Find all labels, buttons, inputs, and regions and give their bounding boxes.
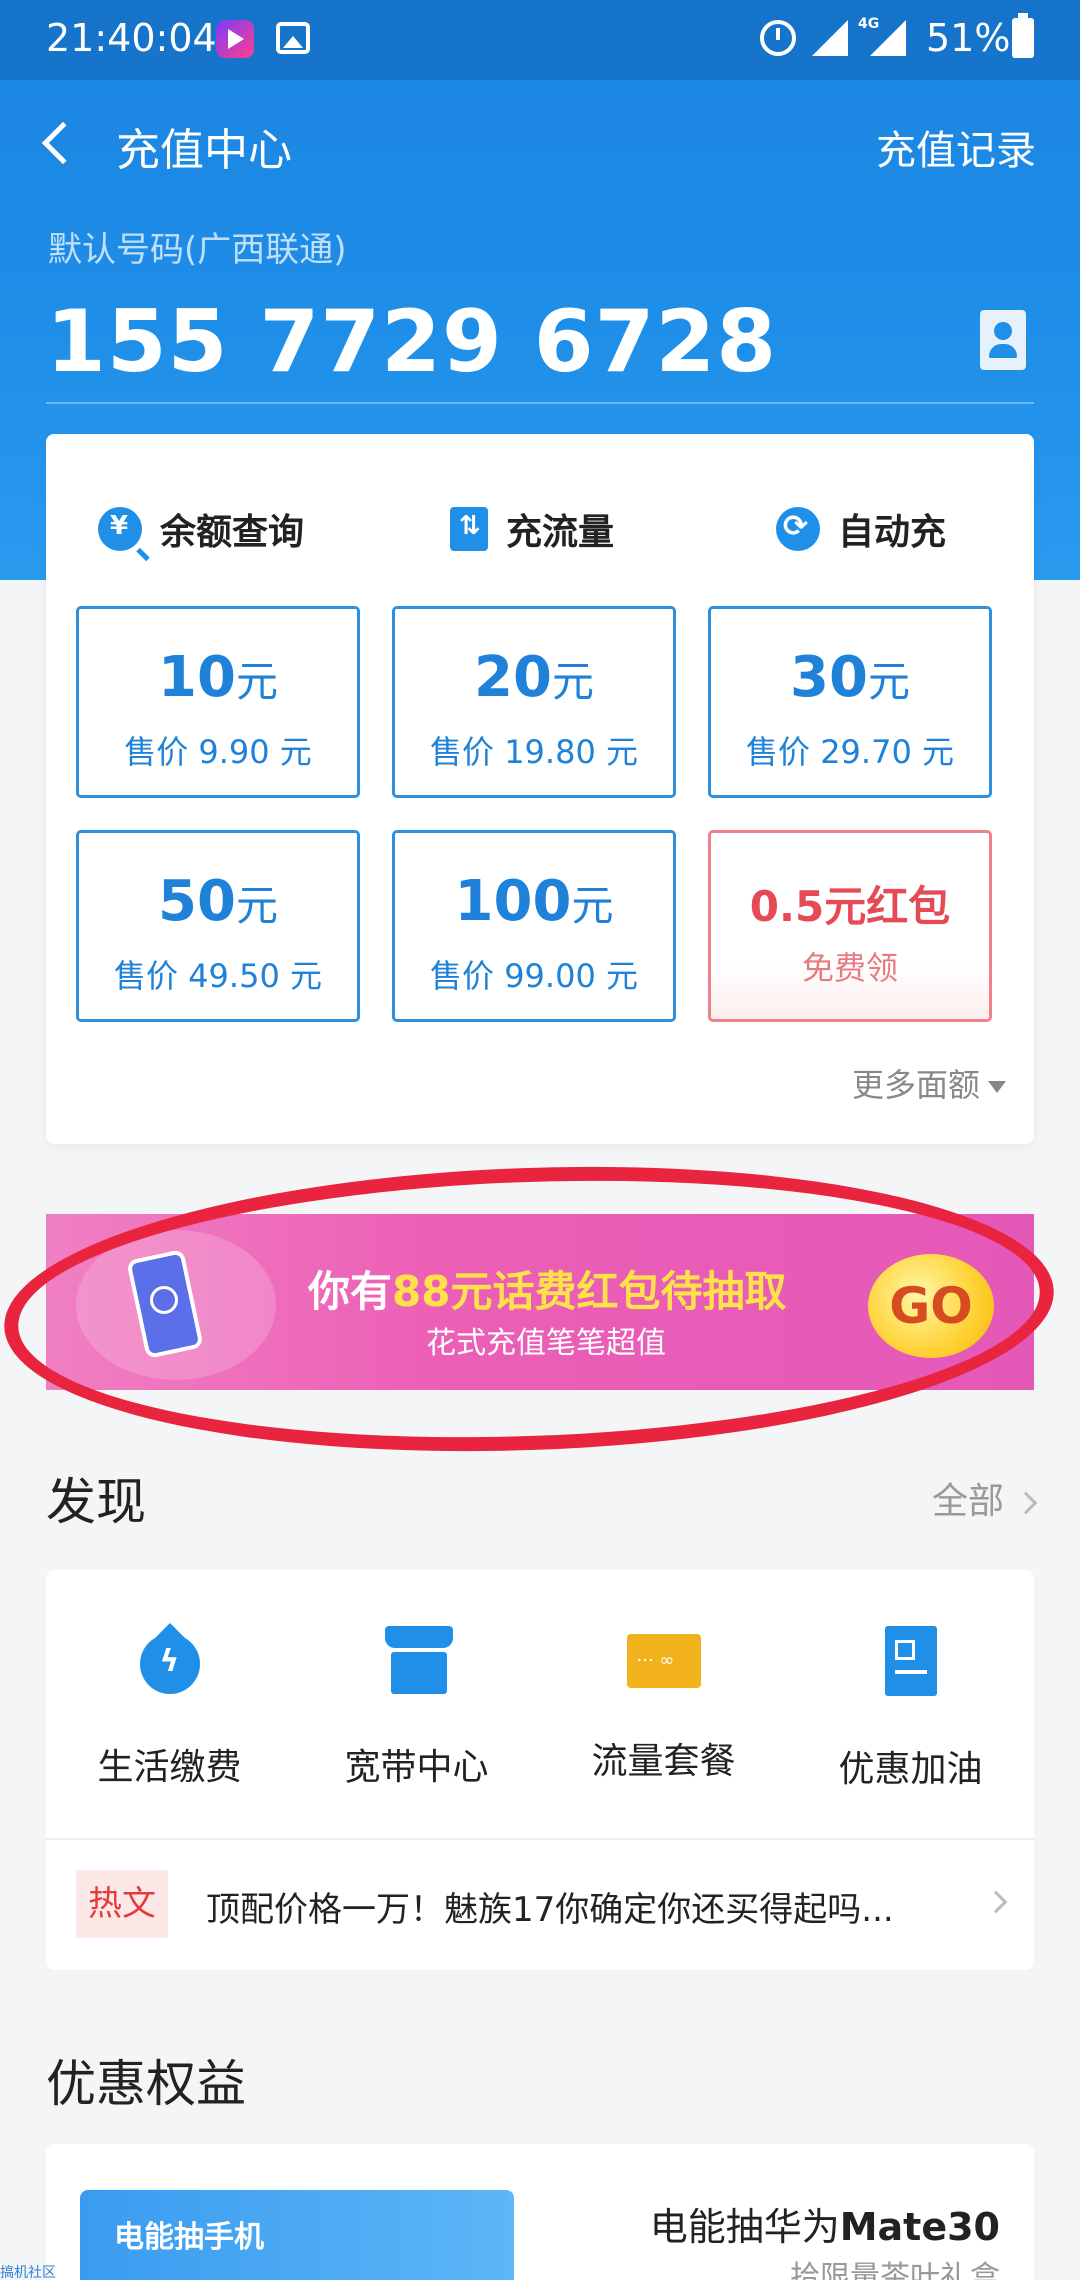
gallery-icon <box>276 22 310 54</box>
quick-actions: 余额查询 充流量 自动充 <box>46 494 1034 564</box>
benefit-title: 电能抽华为Mate30 <box>650 2196 1000 2251</box>
discover-all-label: 全部 <box>931 1481 1004 1522</box>
utility-payment-icon <box>139 1634 200 1694</box>
signal-icon <box>812 20 848 56</box>
recharge-record-link[interactable]: 充值记录 <box>876 118 1036 176</box>
discover-all-link[interactable]: 全部 <box>931 1472 1038 1524</box>
amount-value: 20元 <box>395 645 673 710</box>
data-recharge-label: 充流量 <box>506 512 615 553</box>
amount-option-100[interactable]: 100元 售价 99.00 元 <box>392 830 676 1022</box>
caret-down-icon <box>988 1081 1006 1093</box>
balance-query-button[interactable]: 余额查询 <box>98 494 304 564</box>
amount-number: 50 <box>158 869 236 934</box>
benefit-title-prefix: 电能抽华为 <box>649 2205 840 2249</box>
hot-article-link[interactable]: 顶配价格一万！魅族17你确定你还买得起吗... <box>206 1882 996 1931</box>
phone-underline <box>46 402 1034 404</box>
red-packet-sub: 免费领 <box>801 949 898 987</box>
amount-value: 100元 <box>395 869 673 934</box>
amount-option-50[interactable]: 50元 售价 49.50 元 <box>76 830 360 1022</box>
amount-number: 10 <box>158 645 236 710</box>
benefits-title: 优惠权益 <box>46 2055 246 2113</box>
benefit-image[interactable]: 电能抽手机 <box>80 2190 514 2280</box>
contacts-icon[interactable] <box>980 310 1026 370</box>
status-bar: 21:40:04 4G 51% <box>0 0 1080 80</box>
amount-number: 20 <box>474 645 552 710</box>
divider <box>46 1838 1034 1840</box>
red-packet-option[interactable]: 0.5元红包 免费领 <box>708 830 992 1022</box>
data-plan-icon <box>626 1634 701 1688</box>
amount-unit: 元 <box>235 657 278 706</box>
battery-percent: 51% <box>926 16 1011 60</box>
status-time: 21:40:04 <box>46 16 217 60</box>
signal-4g-icon <box>870 20 906 56</box>
service-label: 生活缴费 <box>97 1747 242 1788</box>
auto-recharge-icon <box>776 507 820 551</box>
amount-number: 30 <box>790 645 868 710</box>
service-utility-payment[interactable]: 生活缴费 <box>46 1626 293 1790</box>
amount-grid: 10元 售价 9.90 元 20元 售价 19.80 元 30元 售价 29.7… <box>76 606 1006 1026</box>
amount-value: 50元 <box>79 869 357 934</box>
alarm-icon <box>760 20 796 56</box>
service-data-plan[interactable]: 流量套餐 <box>540 1626 787 1784</box>
amount-price: 售价 29.70 元 <box>746 733 954 771</box>
phone-number-input[interactable]: 155 7729 6728 <box>46 292 777 392</box>
amount-price: 售价 49.50 元 <box>114 957 322 995</box>
hot-tag: 热文 <box>76 1870 168 1938</box>
discover-card: 生活缴费 宽带中心 流量套餐 优惠加油 热文 顶配价格一万！魅族17你确定你还买… <box>46 1570 1034 1970</box>
amount-option-20[interactable]: 20元 售价 19.80 元 <box>392 606 676 798</box>
benefit-title-bold: Mate30 <box>839 2205 1000 2249</box>
auto-recharge-button[interactable]: 自动充 <box>776 494 946 564</box>
amount-value: 10元 <box>79 645 357 710</box>
benefit-subtitle: 拾限量茶叶礼盒 <box>790 2260 1000 2280</box>
chevron-right-icon <box>1014 1491 1038 1515</box>
red-packet-number: 0.5 <box>749 882 825 931</box>
data-recharge-button[interactable]: 充流量 <box>450 494 614 564</box>
amount-option-10[interactable]: 10元 售价 9.90 元 <box>76 606 360 798</box>
amount-unit: 元 <box>551 657 594 706</box>
service-broadband[interactable]: 宽带中心 <box>293 1626 540 1790</box>
more-amounts-label: 更多面额 <box>851 1066 980 1104</box>
more-amounts-button[interactable]: 更多面额 <box>852 1060 1006 1106</box>
service-label: 优惠加油 <box>838 1749 983 1790</box>
amount-value: 30元 <box>711 645 989 710</box>
annotation-circle <box>0 1149 1059 1469</box>
amount-unit: 元 <box>235 881 278 930</box>
page-title: 充值中心 <box>116 125 292 176</box>
amount-unit: 元 <box>867 657 910 706</box>
service-label: 宽带中心 <box>344 1747 489 1788</box>
amount-price: 售价 9.90 元 <box>124 733 312 771</box>
balance-query-icon <box>98 507 142 551</box>
battery-icon <box>1012 13 1034 58</box>
data-recharge-icon <box>450 507 488 551</box>
discover-title: 发现 <box>46 1473 146 1531</box>
phone-label: 默认号码(广西联通) <box>48 230 347 270</box>
amount-unit: 元 <box>571 881 614 930</box>
benefits-card[interactable]: 电能抽手机 电能抽华为Mate30 拾限量茶叶礼盒 <box>46 2144 1034 2280</box>
service-label: 流量套餐 <box>591 1741 736 1782</box>
watermark: 搞机社区 <box>0 2265 56 2280</box>
amount-number: 100 <box>454 869 572 934</box>
fuel-discount-icon <box>884 1626 937 1696</box>
benefit-image-text: 电能抽手机 <box>114 2220 264 2255</box>
service-fuel-discount[interactable]: 优惠加油 <box>787 1626 1034 1792</box>
broadband-icon <box>384 1626 453 1694</box>
auto-recharge-label: 自动充 <box>838 512 947 553</box>
amount-price: 售价 99.00 元 <box>430 957 638 995</box>
balance-query-label: 余额查询 <box>160 512 305 553</box>
amount-option-30[interactable]: 30元 售价 29.70 元 <box>708 606 992 798</box>
red-packet-value: 0.5元红包 <box>711 873 989 934</box>
video-app-icon <box>216 20 254 58</box>
red-packet-label: 元红包 <box>824 882 951 931</box>
amount-price: 售价 19.80 元 <box>430 733 638 771</box>
recharge-card: 余额查询 充流量 自动充 10元 售价 9.90 元 20元 售价 19.80 … <box>46 434 1034 1144</box>
